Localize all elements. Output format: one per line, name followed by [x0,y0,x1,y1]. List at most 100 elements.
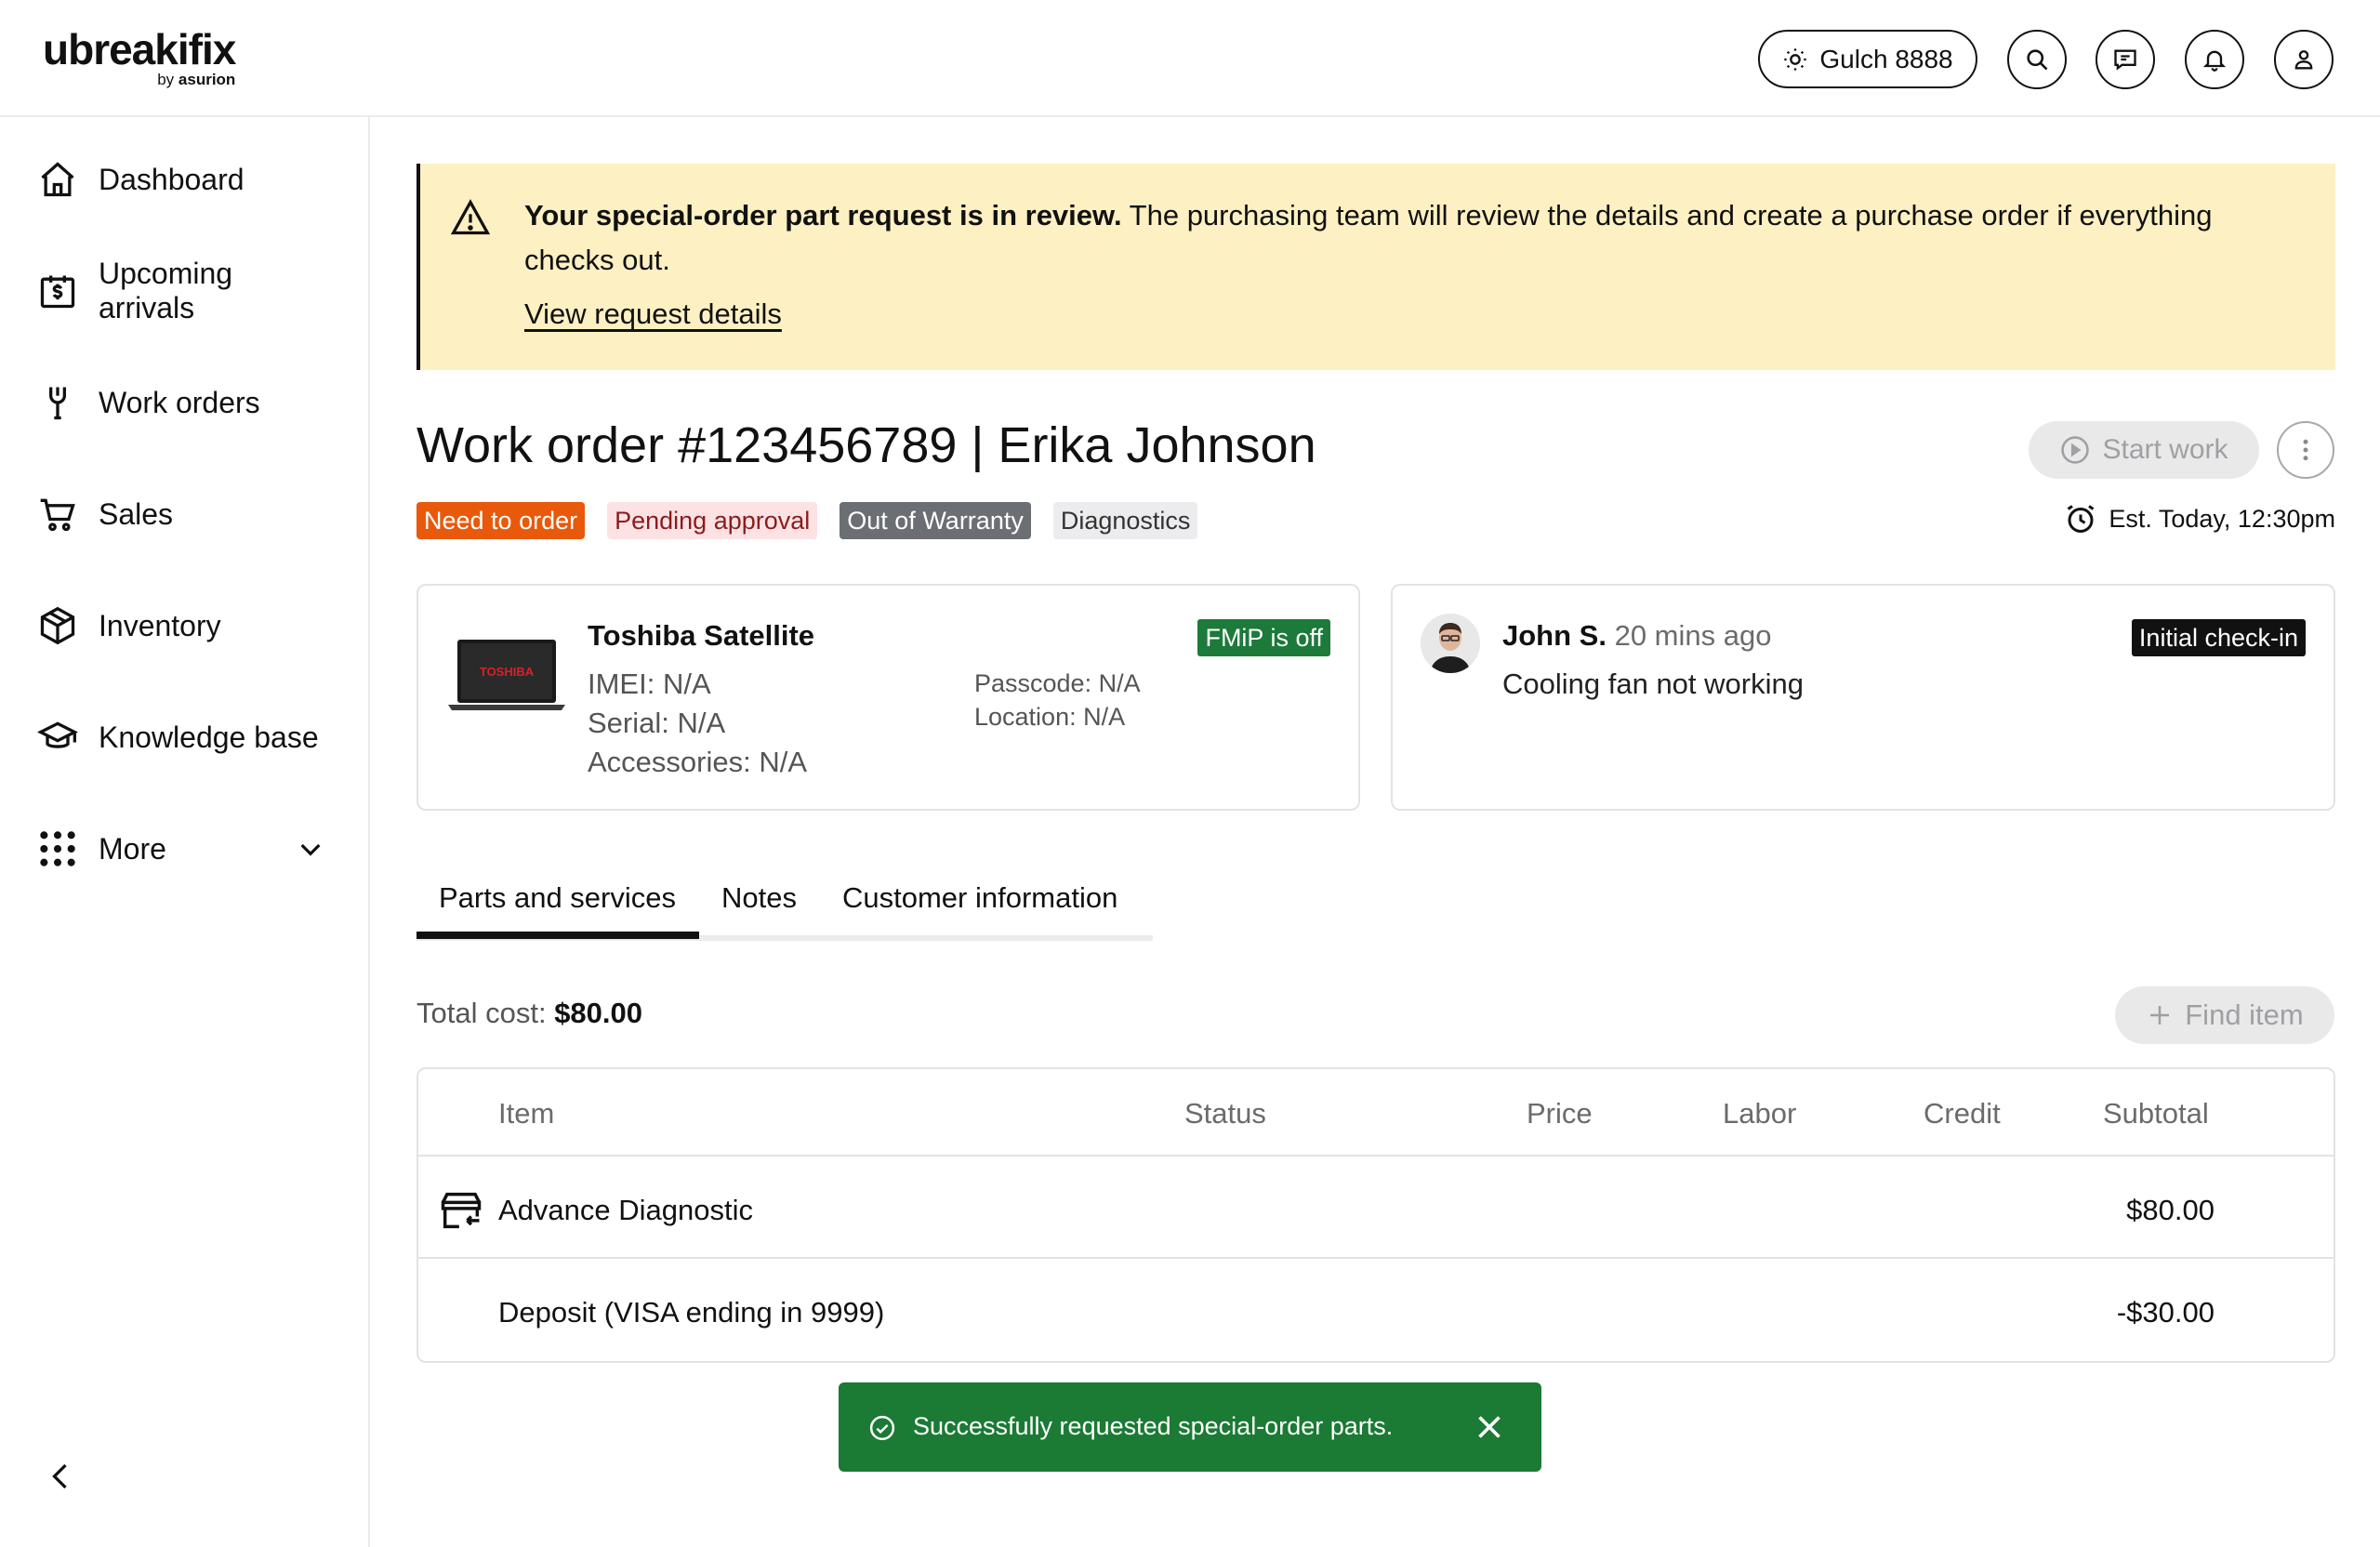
column-header-labor: Labor [1723,1097,1797,1130]
graduation-cap-icon [37,721,78,748]
status-badge: Pending approval [607,502,818,539]
page-title: Work order #123456789 | Erika Johnson [416,417,1316,473]
profile-button[interactable] [2274,30,2334,89]
grid-dots-icon [40,831,75,866]
row-divider [418,1155,2334,1157]
fmip-status-badge: FMiP is off [1197,619,1330,656]
sidebar-item-label: Inventory [99,608,221,642]
start-work-button[interactable]: Start work [2029,421,2259,479]
note-time: 20 mins ago [1614,619,1772,652]
note-author-line: John S. 20 mins ago [1502,619,1771,653]
status-badge: Diagnostics [1052,502,1198,539]
sidebar-item-label: Dashboard [99,162,245,196]
store-return-icon [441,1192,482,1229]
play-circle-icon [2061,436,2090,464]
device-imei: IMEI: N/A [588,668,711,700]
total-cost: Total cost: $80.00 [416,997,642,1030]
check-in-note-card: John S. 20 mins ago Cooling fan not work… [1391,584,2335,811]
logo-asurion-text: asurion [178,71,236,88]
store-label: Gulch 8888 [1819,44,1953,73]
laptop-image: TOSHIBA [448,640,565,710]
sidebar-item-knowledge-base[interactable]: Knowledge base [37,709,335,765]
ubreakifix-logo[interactable]: ubreakifix by asurion [43,25,236,88]
table-row-item: Deposit (VISA ending in 9999) [498,1296,885,1329]
total-cost-label: Total cost: [416,997,555,1029]
status-badge: Out of Warranty [840,502,1031,539]
close-icon [1478,1416,1501,1438]
store-selector-button[interactable]: Gulch 8888 [1758,30,1977,88]
sidebar-item-work-orders[interactable]: Work orders [37,375,335,430]
work-order-tabs: Parts and services Notes Customer inform… [416,865,1153,941]
sidebar-item-label: Upcoming arrivals [99,257,233,324]
sidebar-item-label: Work orders [99,385,260,419]
active-tab-indicator [416,932,699,939]
sidebar-item-inventory[interactable]: Inventory [37,598,335,654]
status-tags: Need to order Pending approval Out of Wa… [416,502,1198,539]
calendar-dollar-icon [40,275,75,309]
find-item-button[interactable]: Find item [2115,986,2334,1044]
column-header-item: Item [498,1097,555,1130]
logo-text: ubreakifix [43,25,236,73]
tab-parts-and-services[interactable]: Parts and services [439,881,676,915]
bell-icon [2202,50,2227,72]
wrench-icon [49,387,66,420]
banner-message: Your special-order part request is in re… [524,193,2291,283]
sidebar-item-upcoming-arrivals[interactable]: Upcoming arrivals [37,257,335,324]
device-name: Toshiba Satellite [588,619,815,652]
sidebar-item-more[interactable]: More [37,821,335,877]
column-header-price: Price [1527,1097,1593,1130]
device-passcode: Passcode: N/A [974,669,1141,697]
tab-customer-information[interactable]: Customer information [842,881,1117,915]
messages-button[interactable] [2096,30,2155,89]
collapse-sidebar-button[interactable] [41,1456,82,1497]
status-badge: Need to order [416,502,586,539]
sidebar: Dashboard Upcoming arrivals Work orders … [0,117,370,1547]
search-button[interactable] [2007,30,2067,89]
view-request-details-link[interactable]: View request details [524,298,782,331]
initial-check-in-badge: Initial check-in [2131,619,2306,656]
device-serial: Serial: N/A [588,707,726,739]
parts-services-table: Item Status Price Labor Credit Subtotal … [416,1067,2335,1363]
sidebar-item-label: Sales [99,496,174,531]
total-cost-value: $80.00 [554,997,643,1029]
column-header-status: Status [1184,1097,1266,1130]
dismiss-toast-button[interactable] [1469,1407,1510,1448]
device-card: TOSHIBA Toshiba Satellite IMEI: N/A Seri… [416,584,1360,811]
column-header-credit: Credit [1924,1097,2001,1130]
warning-icon [450,199,491,235]
sidebar-item-sales[interactable]: Sales [37,486,335,542]
note-text: Cooling fan not working [1502,668,1804,700]
row-divider [418,1257,2334,1259]
plus-icon [2150,1006,2170,1025]
sidebar-item-label: More [99,831,166,866]
device-accessories: Accessories: N/A [588,746,808,778]
search-icon [2027,49,2048,71]
chevron-down-icon[interactable] [296,834,325,864]
logo-by-text: by [157,71,175,88]
success-toast: Successfully requested special-order par… [839,1382,1541,1472]
tab-notes[interactable]: Notes [721,881,797,915]
alarm-clock-icon [2068,505,2095,533]
table-row-subtotal: $80.00 [2126,1194,2215,1226]
device-location: Location: N/A [974,703,1126,731]
review-banner: Your special-order part request is in re… [416,164,2335,370]
chevron-left-icon [52,1463,67,1489]
banner-bold-text: Your special-order part request is in re… [524,199,1122,231]
table-row-item: Advance Diagnostic [498,1194,753,1226]
find-item-label: Find item [2185,998,2304,1031]
note-author: John S. [1502,619,1606,652]
logo-subtext: by asurion [157,71,235,89]
top-header: ubreakifix by asurion Gulch 8888 [0,0,2380,117]
table-row-subtotal: -$30.00 [2116,1296,2215,1329]
home-icon [41,162,74,197]
more-options-button[interactable] [2277,421,2334,479]
estimated-completion: Est. Today, 12:30pm [2064,502,2335,536]
sidebar-item-dashboard[interactable]: Dashboard [37,152,335,207]
chat-icon [2114,49,2136,71]
notifications-button[interactable] [2185,30,2244,89]
box-icon [40,606,75,645]
column-header-subtotal: Subtotal [2103,1097,2209,1130]
estimate-text: Est. Today, 12:30pm [2109,504,2335,533]
start-work-label: Start work [2102,434,2228,465]
toshiba-logo-text: TOSHIBA [480,665,535,679]
